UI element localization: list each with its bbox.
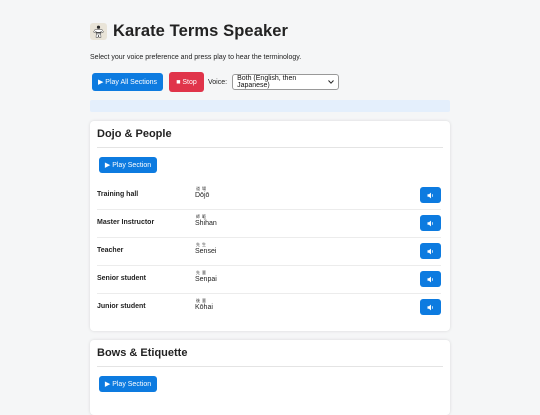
section-title: Dojo & People (97, 128, 172, 140)
speaker-icon (427, 276, 435, 283)
term-english: Teacher (97, 247, 124, 254)
term-japanese: 先生 Sensei (195, 242, 216, 255)
section-title: Bows & Etiquette (97, 347, 188, 359)
chevron-down-icon (328, 79, 334, 86)
page-title: Karate Terms Speaker (113, 22, 289, 40)
term-row: Teacher 先生 Sensei (97, 238, 441, 266)
karate-gi-icon (90, 23, 107, 40)
term-romaji: Dōjō (195, 192, 210, 199)
stop-button[interactable]: ■ Stop (169, 72, 204, 92)
term-japanese: 後輩 Kōhai (195, 298, 213, 311)
term-english: Junior student (97, 303, 146, 310)
speaker-icon (427, 304, 435, 311)
section-divider (97, 147, 443, 148)
instructions-text: Select your voice preference and press p… (90, 54, 302, 61)
term-english: Senior student (97, 275, 147, 282)
term-row: Master Instructor 師範 Shihan (97, 210, 441, 238)
header: Karate Terms Speaker (90, 22, 288, 41)
term-japanese: 師範 Shihan (195, 214, 217, 227)
play-section-button[interactable]: ▶ Play Section (99, 376, 157, 392)
voice-label: Voice: (208, 78, 228, 86)
section-divider (97, 366, 443, 367)
speak-term-button[interactable] (420, 187, 441, 203)
toolbar: ▶ Play All Sections ■ Stop Voice: Both (… (90, 72, 340, 92)
term-english: Master Instructor (97, 219, 155, 226)
term-japanese: 道場 Dōjō (195, 186, 209, 199)
play-section-button[interactable]: ▶ Play Section (99, 157, 157, 173)
term-romaji: Sensei (195, 248, 217, 255)
term-row: Junior student 後輩 Kōhai (97, 294, 441, 322)
voice-select[interactable]: Both (English, then Japanese) (232, 74, 340, 90)
speaker-icon (427, 192, 435, 199)
term-romaji: Senpai (195, 276, 217, 283)
term-row: Training hall 道場 Dōjō (97, 182, 441, 210)
speak-term-button[interactable] (420, 215, 441, 231)
section-card-dojo-people: Dojo & People ▶ Play Section Training ha… (90, 121, 450, 331)
page: Karate Terms Speaker Select your voice p… (0, 0, 540, 415)
voice-select-value: Both (English, then Japanese) (237, 75, 297, 89)
section-card-bows-etiquette: Bows & Etiquette ▶ Play Section (90, 340, 450, 415)
speaker-icon (427, 248, 435, 255)
status-message (90, 100, 450, 112)
speaker-icon (427, 220, 435, 227)
play-all-sections-button[interactable]: ▶ Play All Sections (92, 73, 163, 91)
term-row: Senior student 先輩 Senpai (97, 266, 441, 294)
speak-term-button[interactable] (420, 271, 441, 287)
speak-term-button[interactable] (420, 299, 441, 315)
term-romaji: Shihan (195, 220, 217, 227)
term-english: Training hall (97, 191, 139, 198)
speak-term-button[interactable] (420, 243, 441, 259)
term-japanese: 先輩 Senpai (195, 270, 217, 283)
term-romaji: Kōhai (195, 304, 213, 311)
